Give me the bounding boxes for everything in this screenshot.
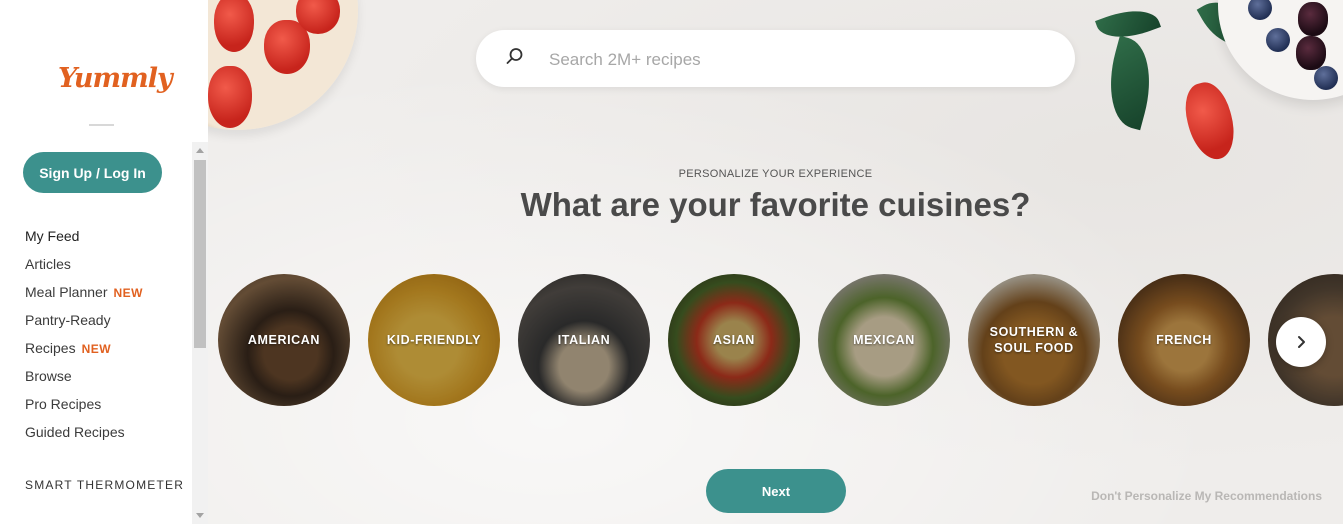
sidebar-item-my-feed[interactable]: My Feed (25, 226, 143, 254)
cuisine-label: SOUTHERN & SOUL FOOD (989, 325, 1079, 355)
sidebar-item-guided-recipes[interactable]: Guided Recipes (25, 422, 143, 450)
main-content: PERSONALIZE YOUR EXPERIENCE What are you… (208, 0, 1343, 524)
search-input[interactable] (547, 30, 1051, 89)
dont-personalize-link[interactable]: Don't Personalize My Recommendations (1091, 489, 1322, 503)
page-title: What are your favorite cuisines? (520, 186, 1031, 223)
cuisine-kid-friendly[interactable]: KID-FRIENDLY (368, 274, 500, 406)
cuisine-asian[interactable]: ASIAN (668, 274, 800, 406)
sidebar-item-label: My Feed (25, 228, 80, 244)
sidebar-item-label: Guided Recipes (25, 424, 125, 440)
scroll-down-icon[interactable] (196, 513, 204, 518)
blueberry-image (1266, 28, 1290, 52)
sidebar-item-label: Browse (25, 368, 72, 384)
strawberry-image (208, 66, 252, 128)
cuisine-label: ITALIAN (557, 333, 611, 347)
sidebar-item-label: Meal Planner (25, 284, 108, 300)
sidebar-scrollbar[interactable] (192, 142, 208, 524)
sidebar-nav: My Feed Articles Meal Planner NEW Pantry-… (25, 226, 143, 450)
sidebar-item-browse[interactable]: Browse (25, 366, 143, 394)
yummly-logo[interactable]: Yummly (58, 63, 173, 94)
carousel-next-button[interactable] (1276, 317, 1326, 367)
blackberry-image (1296, 36, 1326, 70)
cuisine-label: FRENCH (1156, 333, 1212, 347)
cuisine-french[interactable]: FRENCH (1118, 274, 1250, 406)
new-badge: NEW (113, 286, 143, 300)
sidebar-item-label: Pantry-Ready (25, 312, 111, 328)
scroll-up-icon[interactable] (196, 148, 204, 153)
cuisine-label: MEXICAN (853, 333, 915, 347)
cuisine-label: AMERICAN (247, 333, 321, 347)
sidebar-item-label: Recipes (25, 340, 76, 356)
search-bar[interactable] (476, 30, 1075, 89)
cuisine-southern-soul-food[interactable]: SOUTHERN & SOUL FOOD (968, 274, 1100, 406)
signup-login-button[interactable]: Sign Up / Log In (23, 152, 162, 193)
cuisine-american[interactable]: AMERICAN (218, 274, 350, 406)
cuisine-italian[interactable]: ITALIAN (518, 274, 650, 406)
sidebar-item-label: Articles (25, 256, 71, 272)
cuisine-mexican[interactable]: MEXICAN (818, 274, 950, 406)
logo-divider (89, 124, 114, 126)
blueberry-image (1314, 66, 1338, 90)
sidebar-item-meal-planner[interactable]: Meal Planner NEW (25, 282, 143, 310)
next-button[interactable]: Next (706, 469, 846, 513)
scrollbar-thumb[interactable] (194, 160, 206, 348)
cuisine-label: KID-FRIENDLY (386, 333, 482, 347)
sidebar-section-smart-thermometer[interactable]: SMART THERMOMETER (25, 478, 184, 492)
sidebar-item-pantry-ready[interactable]: Pantry-Ready (25, 310, 143, 338)
sidebar-item-articles[interactable]: Articles (25, 254, 143, 282)
cuisine-label: ASIAN (713, 333, 755, 347)
sidebar: Yummly Sign Up / Log In My Feed Articles… (0, 0, 208, 524)
new-badge: NEW (81, 342, 112, 356)
search-icon (506, 48, 523, 64)
sidebar-item-label: Pro Recipes (25, 396, 102, 412)
sidebar-item-pro-recipes[interactable]: Pro Recipes (25, 394, 143, 422)
blackberry-image (1298, 2, 1328, 36)
personalize-kicker: PERSONALIZE YOUR EXPERIENCE (678, 168, 873, 180)
sidebar-item-recipes[interactable]: Recipes NEW (25, 338, 143, 366)
chevron-right-icon (1298, 336, 1305, 348)
